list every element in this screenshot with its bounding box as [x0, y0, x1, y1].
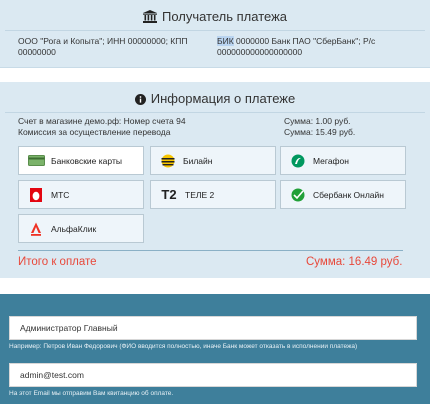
method-label: Билайн — [183, 155, 213, 166]
beeline-icon — [159, 154, 177, 167]
payer-form: Администратор Главный Например: Петров И… — [0, 294, 430, 404]
sberbank-icon — [289, 188, 307, 201]
recipient-bank-text: 0000000 Банк ПАО "СберБанк"; Р/с 0000000… — [217, 36, 376, 57]
method-label: МТС — [51, 189, 70, 200]
method-beeline[interactable]: Билайн — [150, 146, 276, 175]
order-line: Счет в магазине демо.рф: Номер счета 94 — [18, 116, 186, 126]
recipient-details-left: ООО "Рога и Копыта"; ИНН 00000000; КПП 0… — [18, 36, 188, 57]
method-label: Сбербанк Онлайн — [313, 189, 384, 200]
full-name-hint: Например: Петров Иван Федорович (ФИО вво… — [9, 343, 358, 350]
bank-card-icon — [27, 155, 45, 167]
recipient-title-text: Получатель платежа — [161, 9, 288, 24]
total-divider — [18, 250, 403, 251]
tele2-icon: T2 — [161, 187, 177, 202]
bik-highlight: БИК — [217, 36, 234, 46]
fee-sum: Сумма: 15.49 руб. — [284, 127, 356, 137]
email-input[interactable]: admin@test.com — [9, 363, 417, 387]
method-tele2[interactable]: T2 ТЕЛЕ 2 — [150, 180, 276, 209]
method-label: Банковские карты — [51, 155, 122, 166]
mts-icon — [27, 187, 45, 202]
info-icon — [134, 93, 146, 108]
total-label: Итого к оплате — [18, 256, 97, 268]
alfaclick-icon — [27, 222, 45, 236]
total-amount: Сумма: 16.49 руб. — [306, 256, 403, 268]
megafon-icon — [289, 154, 307, 167]
payment-info-title: Информация о платеже — [0, 91, 430, 108]
method-label: ТЕЛЕ 2 — [185, 189, 215, 200]
recipient-panel: Получатель платежа ООО "Рога и Копыта"; … — [0, 0, 430, 68]
method-label: Мегафон — [313, 155, 349, 166]
payment-info-title-text: Информация о платеже — [150, 91, 296, 106]
method-megafon[interactable]: Мегафон — [280, 146, 406, 175]
recipient-title: Получатель платежа — [0, 9, 430, 26]
method-alfaclick[interactable]: АльфаКлик — [18, 214, 144, 243]
order-sum: Сумма: 1.00 руб. — [284, 116, 351, 126]
method-mts[interactable]: МТС — [18, 180, 144, 209]
method-label: АльфаКлик — [51, 223, 97, 234]
method-sberbank-online[interactable]: Сбербанк Онлайн — [280, 180, 406, 209]
method-bank-cards[interactable]: Банковские карты — [18, 146, 144, 175]
payment-info-divider — [5, 112, 425, 113]
email-hint: На этот Email мы отправим Вам квитанцию … — [9, 390, 174, 397]
fee-line: Комиссия за осуществление перевода — [18, 127, 171, 137]
payment-info-panel: Информация о платеже Счет в магазине дем… — [0, 82, 430, 278]
bank-building-icon — [142, 10, 157, 26]
recipient-divider — [5, 30, 425, 31]
full-name-input[interactable]: Администратор Главный — [9, 316, 417, 340]
recipient-details-right: БИК 0000000 Банк ПАО "СберБанк"; Р/с 000… — [217, 36, 417, 58]
